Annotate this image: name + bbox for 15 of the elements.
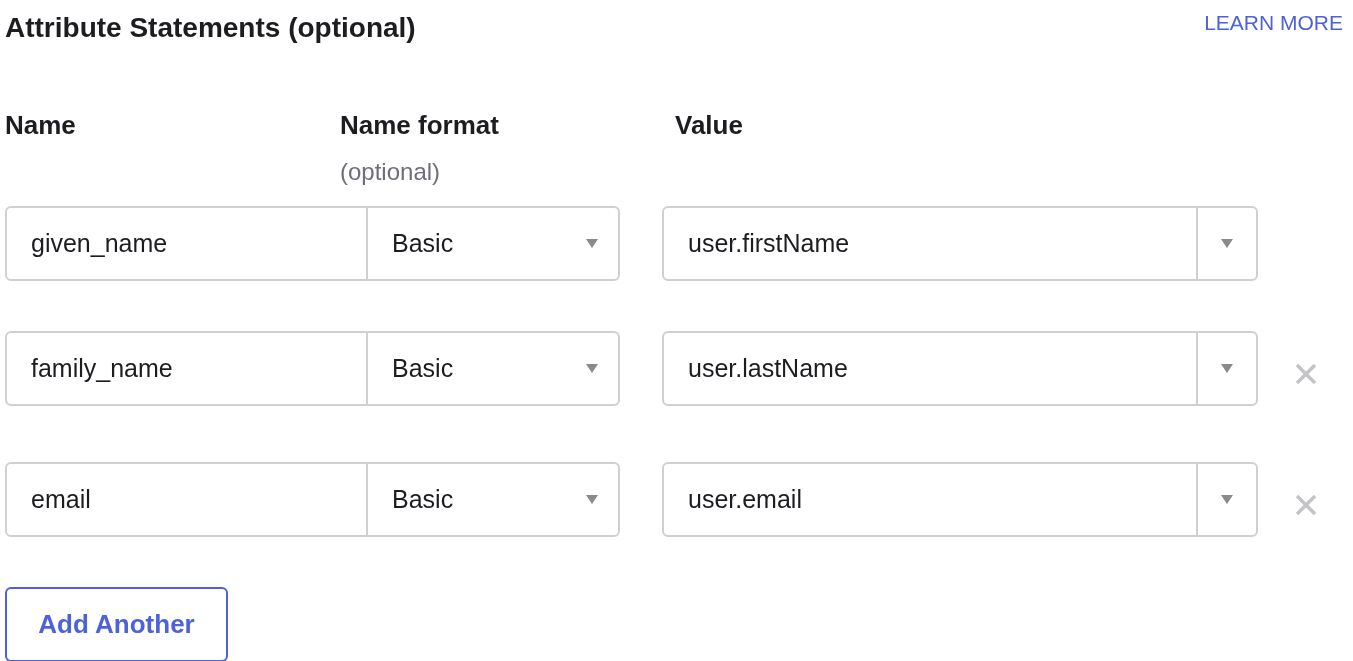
caret-icon [1221,364,1233,373]
close-icon[interactable] [1295,362,1317,385]
section-title: Attribute Statements (optional) [5,11,416,45]
column-header: Name [5,110,76,140]
column-header: Value [675,110,743,140]
column-header: Name format [340,109,500,142]
caret-icon [1221,495,1233,504]
value-combobox[interactable]: user.firstName [662,206,1258,281]
learn-more-link[interactable]: LEARN MORE [1204,10,1343,36]
caret-icon [1221,239,1233,248]
value-combobox[interactable]: user.lastName [662,331,1258,406]
column-hint: (optional) [340,157,441,187]
add-another-button[interactable]: Add Another [5,587,228,661]
close-icon[interactable] [1295,493,1317,516]
value-combobox[interactable]: user.email [662,462,1258,537]
